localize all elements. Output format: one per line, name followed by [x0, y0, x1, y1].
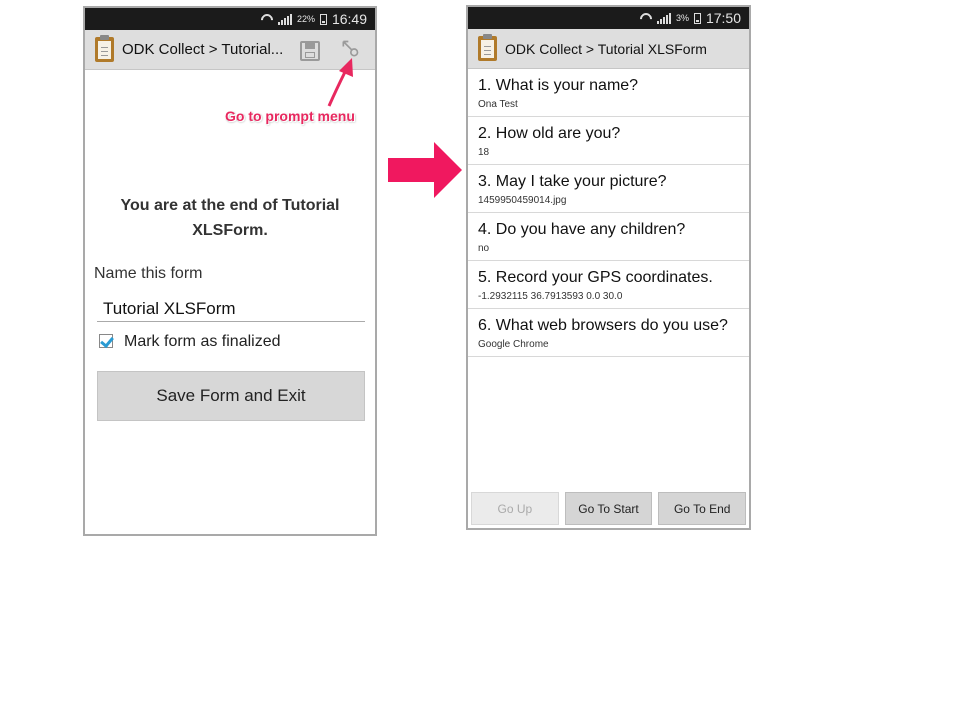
status-time: 17:50 — [705, 10, 741, 26]
app-title: ODK Collect > Tutorial XLSForm — [505, 40, 707, 57]
question-answer: 1459950459014.jpg — [478, 195, 567, 206]
battery-percent: 22% — [296, 14, 315, 24]
status-bar: 3% 17:50 — [468, 7, 749, 29]
name-form-label: Name this form — [94, 265, 203, 282]
annotation-arrow — [327, 58, 353, 107]
question-item[interactable]: 1. What is your name? Ona Test — [468, 69, 749, 117]
question-answer: Ona Test — [478, 99, 518, 110]
form-name-input[interactable] — [97, 296, 365, 322]
finalized-checkbox[interactable] — [99, 334, 113, 348]
action-bar: ODK Collect > Tutorial XLSForm — [468, 29, 749, 69]
save-and-exit-button[interactable]: Save Form and Exit — [97, 371, 365, 421]
question-text: 3. May I take your picture? — [478, 173, 667, 190]
clipboard-icon — [95, 35, 114, 62]
right-arrow-icon — [388, 142, 462, 198]
navigation-buttons: Go Up Go To Start Go To End — [471, 492, 747, 525]
wifi-icon — [640, 13, 652, 23]
question-item[interactable]: 2. How old are you? 18 — [468, 117, 749, 165]
question-answer: -1.2932115 36.7913593 0.0 30.0 — [478, 291, 623, 302]
clipboard-icon — [478, 34, 497, 61]
status-bar: 22% 16:49 — [85, 8, 375, 30]
question-list: 1. What is your name? Ona Test 2. How ol… — [468, 69, 749, 357]
signal-icon — [656, 12, 671, 24]
end-of-form-message: You are at the end of Tutorial XLSForm. — [120, 197, 340, 239]
question-answer: 18 — [478, 147, 490, 158]
signal-icon — [277, 13, 292, 25]
go-to-start-button[interactable]: Go To Start — [564, 492, 653, 525]
question-text: 5. Record your GPS coordinates. — [478, 269, 713, 286]
question-text: 1. What is your name? — [478, 77, 639, 94]
battery-icon — [693, 12, 701, 24]
battery-icon — [319, 13, 327, 25]
phone-screen-prompt-menu: 3% 17:50 ODK Collect > Tutorial XLSForm … — [466, 5, 751, 530]
phone-screen-end-of-form: 22% 16:49 ODK Collect > Tutorial... Go t… — [83, 6, 377, 536]
battery-percent: 3% — [675, 13, 689, 23]
question-item[interactable]: 3. May I take your picture? 145995045901… — [468, 165, 749, 213]
question-answer: Google Chrome — [478, 339, 549, 350]
go-to-end-button[interactable]: Go To End — [658, 492, 747, 525]
question-item[interactable]: 6. What web browsers do you use? Google … — [468, 309, 749, 357]
go-up-button[interactable]: Go Up — [471, 492, 559, 525]
app-title: ODK Collect > Tutorial... — [122, 41, 284, 58]
wifi-icon — [261, 14, 273, 24]
question-text: 6. What web browsers do you use? — [478, 317, 728, 334]
question-item[interactable]: 5. Record your GPS coordinates. -1.29321… — [468, 261, 749, 309]
question-text: 2. How old are you? — [478, 125, 621, 142]
question-text: 4. Do you have any children? — [478, 221, 686, 238]
annotation-label: Go to prompt menu — [225, 108, 355, 124]
question-item[interactable]: 4. Do you have any children? no — [468, 213, 749, 261]
question-answer: no — [478, 243, 490, 254]
finalized-label: Mark form as finalized — [124, 333, 281, 350]
status-time: 16:49 — [331, 11, 367, 27]
